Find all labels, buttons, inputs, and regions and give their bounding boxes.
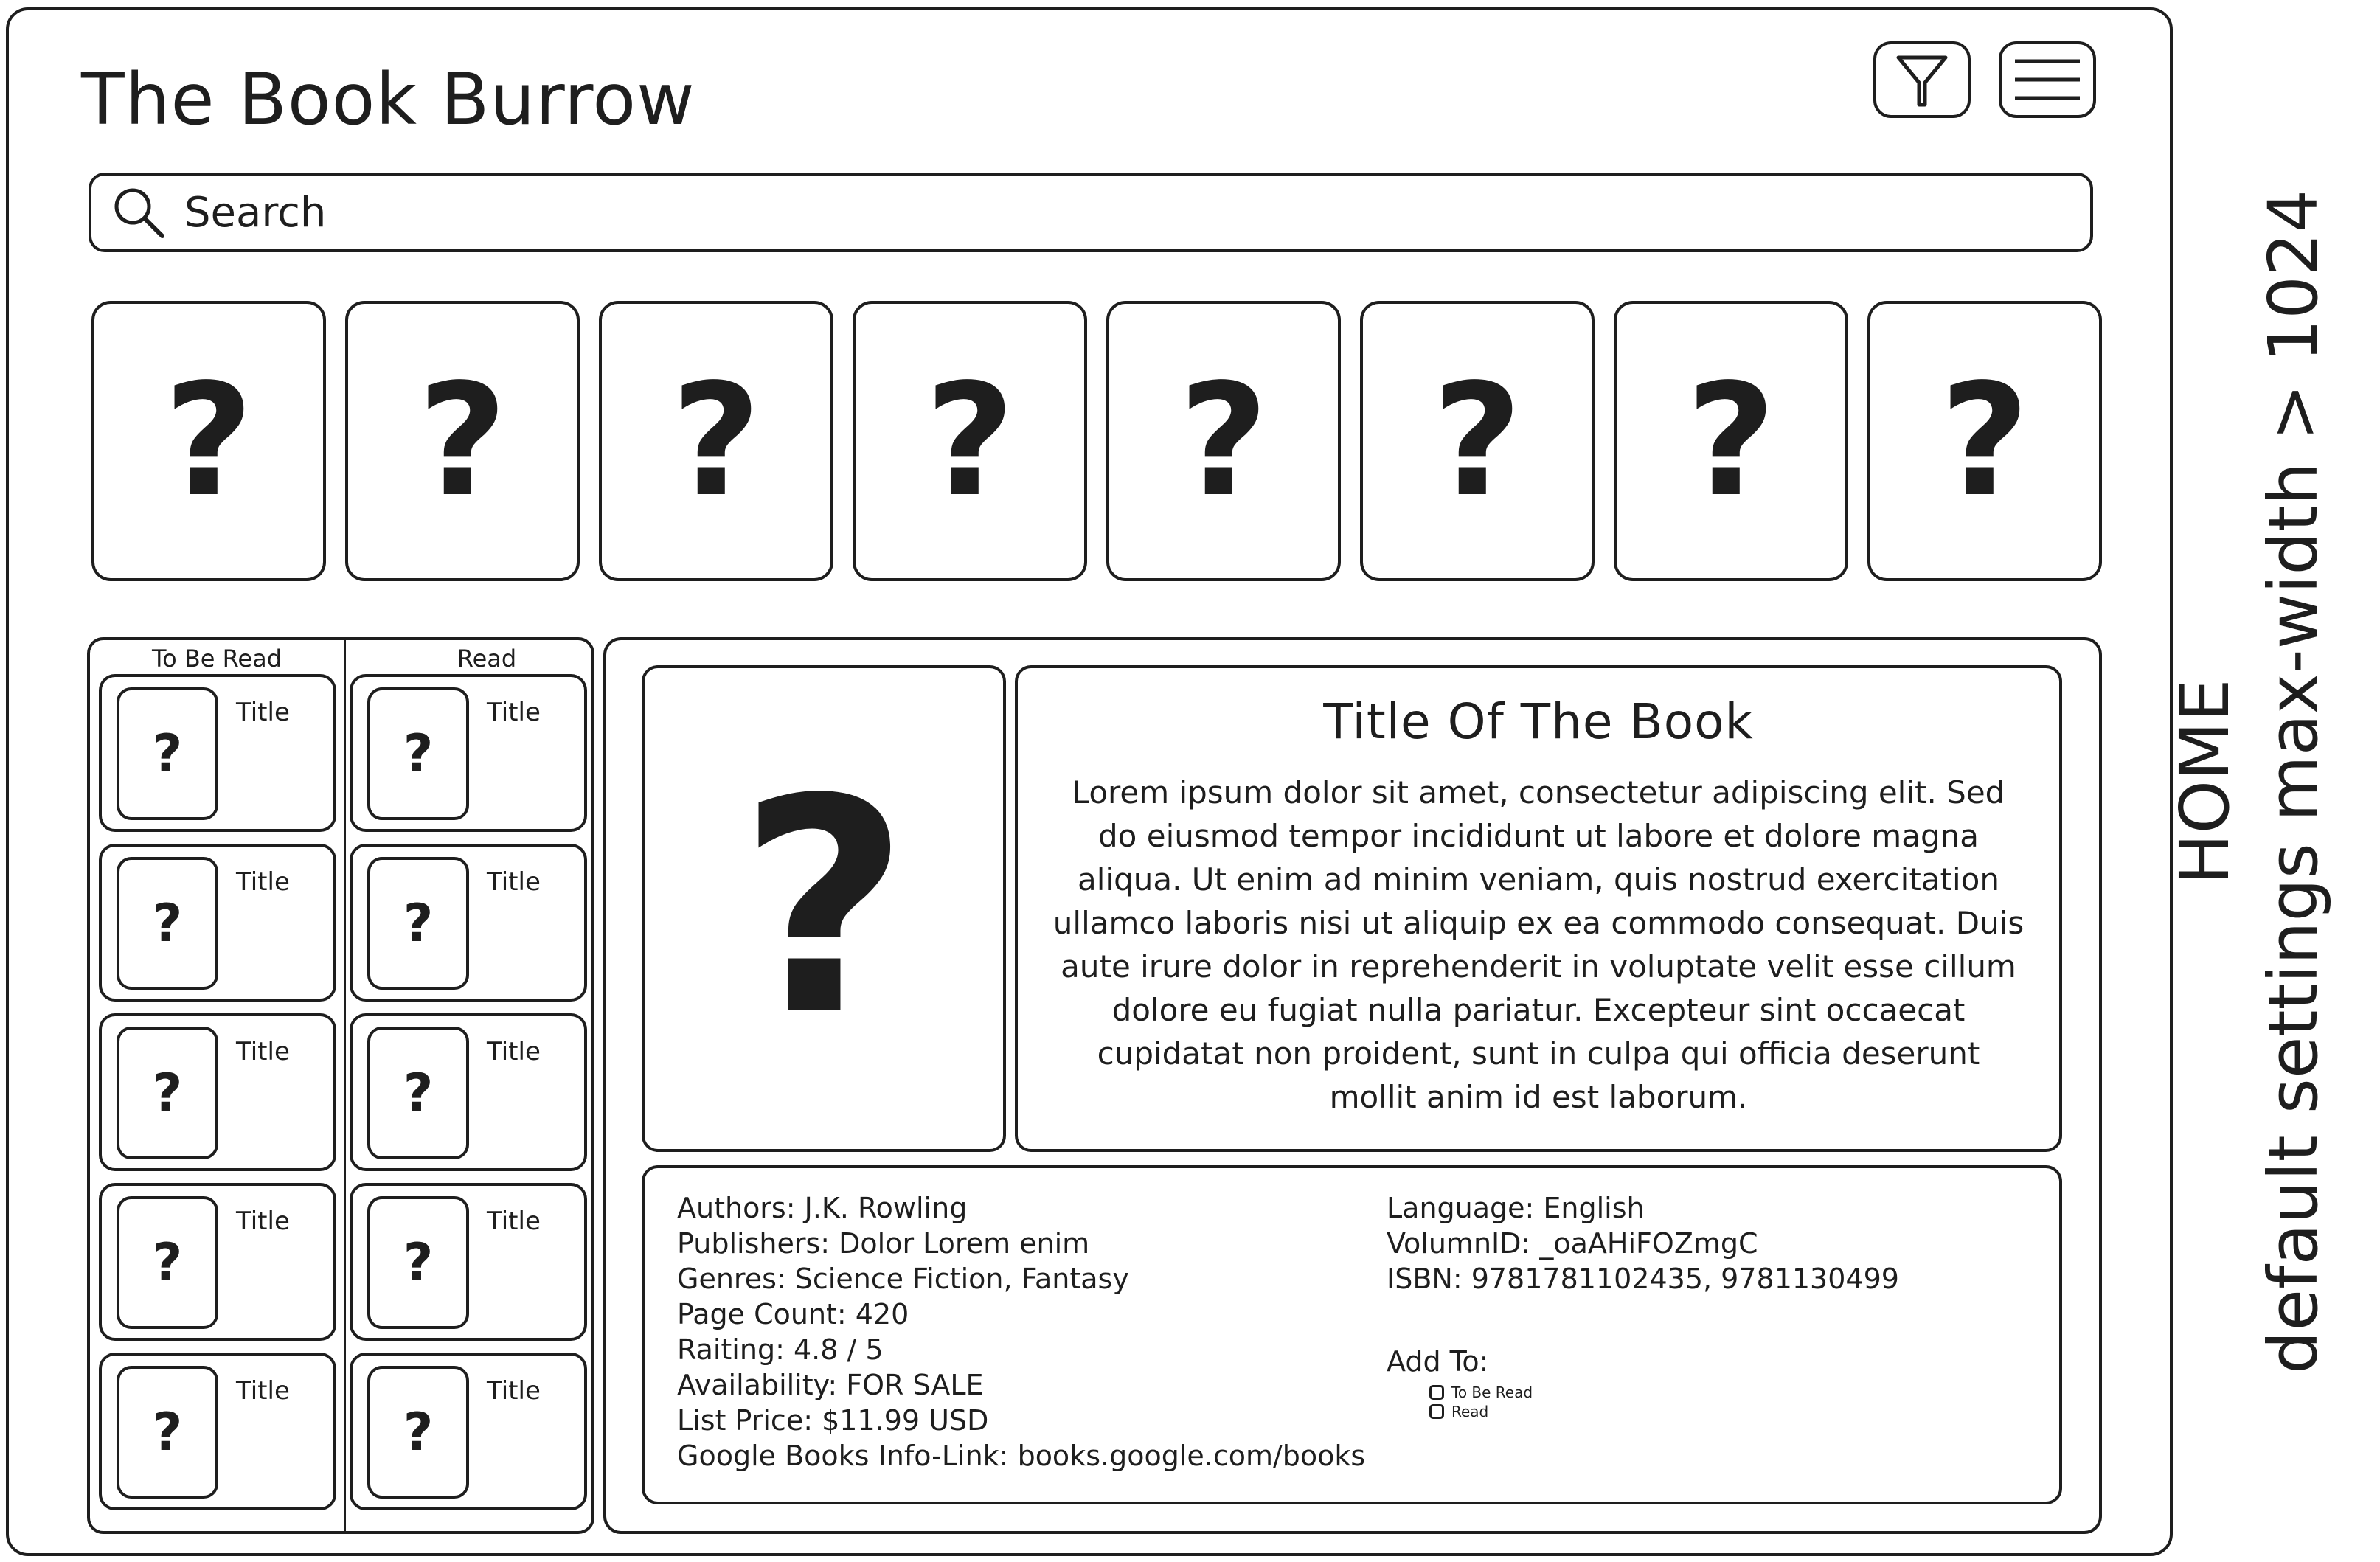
unknown-cover-icon: ? <box>152 1232 183 1293</box>
unknown-cover-icon: ? <box>152 1402 183 1462</box>
carousel-book-card[interactable]: ? <box>1106 301 1341 581</box>
to-be-read-heading: To Be Read <box>151 645 282 673</box>
book-title: Title <box>487 1376 541 1406</box>
read-item[interactable]: ? Title <box>350 1353 587 1510</box>
wireframe-annotation: HOME default settings max-width > 1024 <box>2161 118 2380 1445</box>
meta-page-count: Page Count: 420 <box>677 1298 909 1330</box>
book-title: Title <box>236 1207 290 1236</box>
book-metadata: Authors: J.K. Rowling Publishers: Dolor … <box>642 1165 2062 1504</box>
meta-authors: Authors: J.K. Rowling <box>677 1192 968 1224</box>
unknown-cover-icon: ? <box>1432 350 1522 531</box>
book-title: Title <box>236 698 290 727</box>
to-be-read-item[interactable]: ? Title <box>99 1353 336 1510</box>
book-synopsis: Title Of The Book Lorem ipsum dolor sit … <box>1015 665 2062 1152</box>
unknown-cover-icon: ? <box>403 1232 434 1293</box>
to-be-read-item[interactable]: ? Title <box>99 674 336 832</box>
read-item[interactable]: ? Title <box>350 674 587 832</box>
book-description: Lorem ipsum dolor sit amet, consectetur … <box>1052 774 2025 1115</box>
unknown-cover-icon: ? <box>403 723 434 784</box>
carousel-book-card[interactable]: ? <box>1360 301 1595 581</box>
read-item[interactable]: ? Title <box>350 1183 587 1341</box>
to-be-read-item[interactable]: ? Title <box>99 1013 336 1171</box>
meta-info-link[interactable]: Google Books Info-Link: books.google.com… <box>677 1438 1365 1474</box>
to-be-read-checkbox-label: To Be Read <box>1451 1384 1533 1401</box>
unknown-cover-icon: ? <box>164 350 254 531</box>
filter-button[interactable] <box>1873 41 1971 118</box>
meta-genres: Genres: Science Fiction, Fantasy <box>677 1263 1129 1295</box>
book-thumbnail: ? <box>367 1366 469 1499</box>
book-thumbnail: ? <box>367 1027 469 1159</box>
shelf-divider <box>344 640 346 1531</box>
menu-button[interactable] <box>1999 41 2096 118</box>
to-be-read-checkbox[interactable] <box>1429 1385 1444 1400</box>
read-checkbox-label: Read <box>1451 1403 1489 1420</box>
book-thumbnail: ? <box>367 687 469 820</box>
search-icon <box>114 188 164 238</box>
meta-availability: Availability: FOR SALE <box>677 1369 984 1401</box>
add-to-be-read-option[interactable]: To Be Read <box>1429 1384 1533 1401</box>
book-thumbnail: ? <box>117 1196 218 1329</box>
book-thumbnail: ? <box>117 1366 218 1499</box>
search-bar[interactable] <box>89 173 2093 252</box>
book-thumbnail: ? <box>117 687 218 820</box>
book-title: Title <box>487 1207 541 1236</box>
read-checkbox[interactable] <box>1429 1404 1444 1419</box>
read-item[interactable]: ? Title <box>350 844 587 1002</box>
meta-volume-id: VolumnID: _oaAHiFOZmgC <box>1387 1227 1758 1260</box>
metadata-left-column: Authors: J.K. Rowling Publishers: Dolor … <box>677 1190 1365 1474</box>
unknown-cover-icon: ? <box>403 1402 434 1462</box>
search-input[interactable] <box>183 187 1956 237</box>
unknown-cover-icon: ? <box>1940 350 2030 531</box>
book-thumbnail: ? <box>367 857 469 990</box>
book-title: Title <box>487 867 541 897</box>
meta-language: Language: English <box>1387 1192 1645 1224</box>
meta-list-price: List Price: $11.99 USD <box>677 1404 989 1437</box>
book-title: Title <box>236 1037 290 1066</box>
unknown-cover-icon: ? <box>152 723 183 784</box>
add-to-label: Add To: <box>1387 1345 1489 1378</box>
carousel-book-card[interactable]: ? <box>1867 301 2102 581</box>
unknown-cover-icon: ? <box>152 1063 183 1123</box>
unknown-cover-icon: ? <box>671 350 761 531</box>
book-thumbnail: ? <box>117 857 218 990</box>
filter-funnel-icon <box>1896 55 1948 107</box>
unknown-cover-icon: ? <box>1179 350 1269 531</box>
carousel-book-card[interactable]: ? <box>345 301 580 581</box>
book-title: Title <box>236 867 290 897</box>
book-title: Title <box>487 1037 541 1066</box>
book-title-heading: Title Of The Book <box>1323 693 1754 750</box>
unknown-cover-icon: ? <box>417 350 507 531</box>
hamburger-menu-icon <box>2015 59 2080 100</box>
carousel-book-card[interactable]: ? <box>599 301 833 581</box>
metadata-right-column: Language: English VolumnID: _oaAHiFOZmgC… <box>1387 1190 1899 1297</box>
book-title: Title <box>487 698 541 727</box>
unknown-cover-icon: ? <box>1686 350 1776 531</box>
read-heading: Read <box>457 645 517 673</box>
meta-isbn: ISBN: 9781781102435, 9781130499 <box>1387 1263 1899 1295</box>
meta-rating: Raiting: 4.8 / 5 <box>677 1333 884 1366</box>
to-be-read-item[interactable]: ? Title <box>99 1183 336 1341</box>
book-title: Title <box>236 1376 290 1406</box>
book-thumbnail: ? <box>367 1196 469 1329</box>
meta-publishers: Publishers: Dolor Lorem enim <box>677 1227 1090 1260</box>
annotation-settings: default settings max-width > 1024 <box>2254 190 2333 1375</box>
book-thumbnail: ? <box>117 1027 218 1159</box>
reading-shelves: To Be Read Read ? Title ? Title ? Title … <box>87 637 594 1534</box>
carousel-book-card[interactable]: ? <box>1614 301 1848 581</box>
unknown-cover-icon: ? <box>403 1063 434 1123</box>
to-be-read-item[interactable]: ? Title <box>99 844 336 1002</box>
unknown-cover-icon: ? <box>925 350 1015 531</box>
read-item[interactable]: ? Title <box>350 1013 587 1171</box>
unknown-cover-icon: ? <box>403 893 434 954</box>
app-title: The Book Burrow <box>81 58 695 141</box>
carousel-book-card[interactable]: ? <box>91 301 326 581</box>
annotation-page-name: HOME <box>2165 678 2244 885</box>
unknown-cover-icon: ? <box>152 893 183 954</box>
unknown-cover-icon: ? <box>738 737 910 1080</box>
add-read-option[interactable]: Read <box>1429 1403 1488 1420</box>
book-cover: ? <box>642 665 1006 1152</box>
carousel-book-card[interactable]: ? <box>853 301 1087 581</box>
